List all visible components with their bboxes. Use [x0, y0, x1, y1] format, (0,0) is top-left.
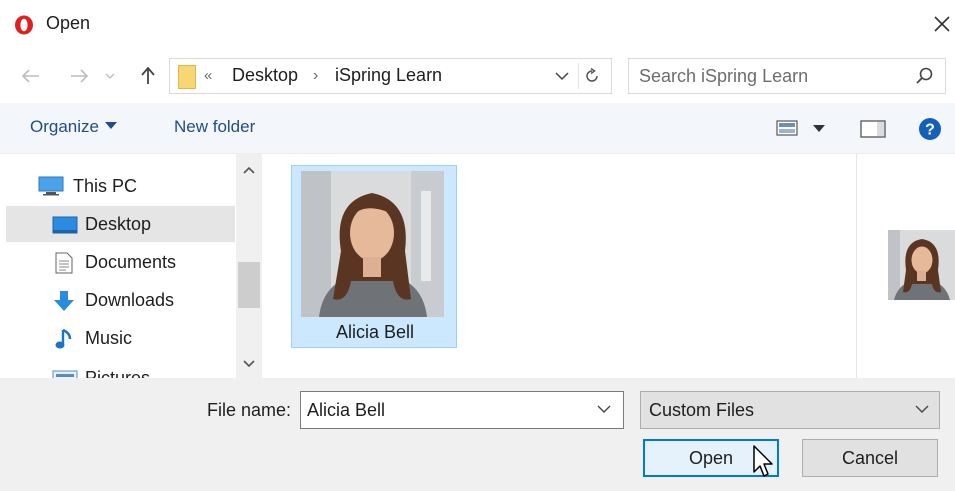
file-name-combobox[interactable] — [300, 391, 624, 429]
help-icon[interactable]: ? — [918, 117, 942, 141]
caret-down-icon — [104, 122, 117, 129]
view-options-icon[interactable] — [776, 119, 798, 137]
nav-item-label: Downloads — [85, 290, 175, 310]
opera-logo-icon — [15, 15, 33, 35]
svg-text:?: ? — [925, 122, 935, 139]
command-bar: Organize New folder ? — [0, 103, 955, 154]
preview-image — [888, 230, 955, 300]
breadcrumb-overflow[interactable]: « — [204, 67, 212, 84]
arrow-up-icon — [141, 66, 155, 84]
documents-icon — [55, 252, 73, 274]
search-icon[interactable] — [915, 66, 935, 86]
breadcrumb-separator: › — [313, 67, 319, 84]
open-file-dialog: Open « Desktop › iSpring Learn Search iS… — [0, 0, 955, 491]
chevron-down-icon — [915, 405, 929, 413]
preview-pane-icon[interactable] — [860, 119, 886, 139]
new-folder-button[interactable]: New folder — [174, 117, 255, 137]
nav-item-label: Pictures — [85, 368, 151, 378]
scroll-up-button[interactable] — [236, 158, 262, 182]
preview-pane — [856, 154, 955, 378]
recent-locations-button[interactable] — [100, 62, 120, 90]
file-name-label: File name: — [207, 400, 292, 420]
nav-item-label: Music — [85, 328, 133, 348]
chevron-down-icon[interactable] — [595, 400, 613, 418]
close-icon — [934, 16, 950, 32]
organize-button[interactable]: Organize — [30, 117, 117, 137]
refresh-button[interactable] — [578, 63, 605, 89]
desktop-folder-icon — [52, 216, 78, 234]
refresh-icon — [586, 68, 598, 82]
file-name-input[interactable] — [307, 399, 587, 421]
caret-down-icon[interactable] — [813, 123, 825, 133]
address-dropdown-button[interactable] — [550, 63, 574, 89]
nav-item-pictures[interactable]: Pictures — [6, 358, 235, 378]
file-item[interactable]: Alicia Bell — [291, 165, 457, 348]
organize-label: Organize — [30, 117, 99, 136]
downloads-icon — [54, 291, 74, 311]
file-type-value: Custom Files — [649, 400, 755, 420]
search-box[interactable] — [628, 58, 946, 94]
chevron-down-icon — [555, 72, 569, 81]
navigation-pane: This PC Desktop Documents Downloads Musi… — [0, 154, 262, 378]
search-input[interactable] — [639, 65, 899, 87]
nav-item-music[interactable]: Music — [6, 320, 235, 356]
title-bar: Open — [0, 0, 955, 50]
close-button[interactable] — [926, 8, 955, 40]
portrait-preview-image — [888, 230, 955, 300]
nav-item-label: Documents — [85, 252, 177, 272]
chevron-up-icon — [243, 166, 255, 174]
up-button[interactable] — [133, 62, 163, 90]
scrollbar-thumb[interactable] — [238, 262, 260, 308]
dialog-footer: File name: Custom Files Open Cancel — [0, 378, 955, 491]
breadcrumb-ispring-learn[interactable]: iSpring Learn — [335, 65, 442, 86]
cancel-button[interactable]: Cancel — [802, 439, 938, 477]
mouse-cursor-icon — [753, 445, 773, 477]
window-title: Open — [46, 13, 91, 33]
breadcrumb-desktop[interactable]: Desktop — [232, 65, 298, 86]
nav-item-downloads[interactable]: Downloads — [6, 282, 235, 318]
address-bar[interactable]: « Desktop › iSpring Learn — [169, 58, 612, 94]
file-name-label: Alicia Bell — [335, 322, 415, 342]
scroll-down-button[interactable] — [236, 352, 262, 376]
nav-pane-scrollbar[interactable] — [236, 154, 262, 378]
music-icon — [55, 328, 72, 349]
nav-item-documents[interactable]: Documents — [6, 244, 235, 280]
nav-item-desktop[interactable]: Desktop — [6, 206, 235, 242]
file-list: Alicia Bell — [262, 154, 855, 378]
arrow-left-icon — [21, 69, 39, 83]
nav-item-label: This PC — [73, 176, 138, 196]
chevron-down-icon — [243, 360, 255, 368]
nav-item-this-pc[interactable]: This PC — [6, 168, 235, 204]
portrait-thumbnail-image — [301, 171, 444, 317]
computer-icon — [38, 176, 64, 196]
pictures-icon — [52, 370, 78, 378]
chevron-down-icon — [105, 73, 115, 79]
folder-icon — [178, 65, 196, 89]
forward-button[interactable] — [64, 62, 94, 90]
file-thumbnail — [301, 171, 444, 317]
back-button[interactable] — [16, 62, 46, 90]
nav-item-label: Desktop — [85, 214, 152, 234]
arrow-right-icon — [71, 69, 89, 83]
file-type-select[interactable]: Custom Files — [640, 391, 940, 429]
